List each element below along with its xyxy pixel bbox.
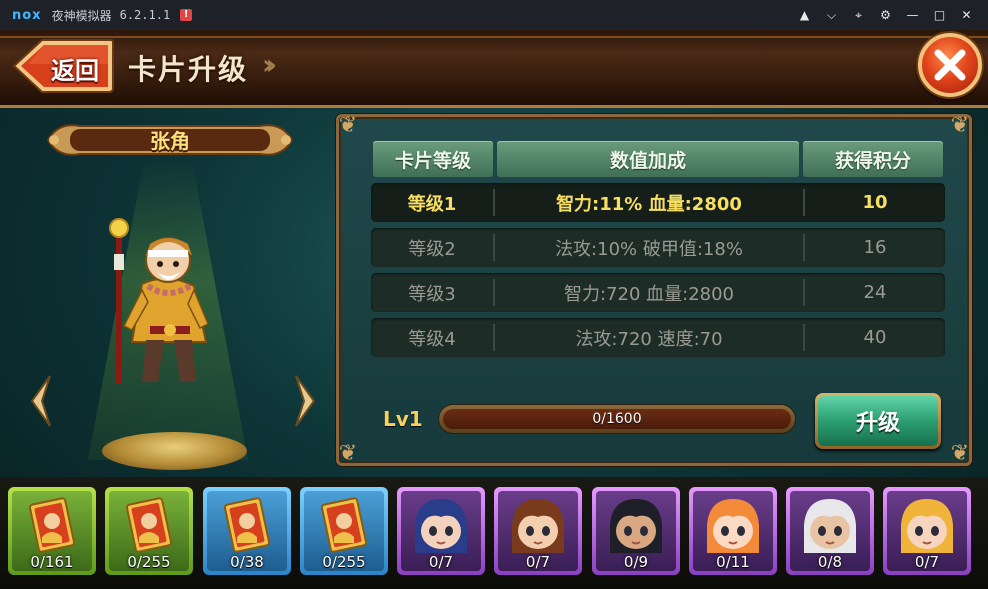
hero-portrait-icon [512, 499, 564, 553]
upgrade-card-slot[interactable]: 0/161 [8, 487, 96, 575]
character-nameplate: 张角 [40, 116, 300, 164]
gear-icon[interactable]: ⚙ [872, 8, 899, 22]
card-slot-inner: 0/255 [304, 491, 384, 571]
header-card-level: 卡片等级 [373, 141, 493, 177]
card-count: 0/9 [623, 553, 649, 571]
row-level: 等级4 [408, 328, 456, 350]
card-level-label: Lv1 [383, 407, 423, 431]
game-screen: 返回 卡片升级 ›› 张角 ❦ ❦ ❦ ❦ 卡片等级 数值加成 获得积分 等级1… [0, 30, 988, 589]
table-row: 等级2 法攻:10% 破甲值:18% 16 [371, 228, 945, 267]
emulator-title: 夜神模拟器 [51, 8, 112, 23]
upgrade-card-slot[interactable]: 0/255 [300, 487, 388, 575]
shirt-icon[interactable]: ▲ [791, 8, 818, 22]
upgrade-card-icon [125, 497, 173, 553]
hero-portrait-icon [610, 499, 662, 553]
character-name: 张角 [150, 129, 190, 153]
points-progress-bar: 0/1600 [439, 405, 795, 433]
hero-card-slot[interactable]: 0/8 [786, 487, 874, 575]
hero-portrait-icon [901, 499, 953, 553]
corner-ornament-icon: ❦ [338, 113, 358, 138]
prev-character-arrow-icon[interactable] [28, 374, 54, 428]
hero-portrait-icon [415, 499, 467, 553]
row-bonus: 智力:11% 血量:2800 [556, 193, 742, 215]
row-level: 等级1 [407, 193, 457, 215]
card-slot-inner: 0/9 [596, 491, 676, 571]
row-points: 24 [863, 282, 887, 303]
minimize-icon[interactable]: — [899, 8, 926, 22]
upgrade-card-slot[interactable]: 0/255 [105, 487, 193, 575]
emulator-titlebar: nox 夜神模拟器 6.2.1.1 ! ▲ ⌵ ⌖ ⚙ — □ ✕ [0, 0, 988, 30]
hero-card-slot[interactable]: 0/11 [689, 487, 777, 575]
card-count: 0/7 [914, 553, 940, 571]
row-points: 16 [863, 237, 887, 258]
row-bonus: 法攻:720 速度:70 [575, 328, 723, 350]
upgrade-button[interactable]: 升级 [815, 393, 941, 449]
back-button[interactable]: 返回 [12, 38, 114, 94]
table-row: 等级1 智力:11% 血量:2800 10 [371, 183, 945, 222]
header-points: 获得积分 [803, 141, 943, 177]
card-slot-inner: 0/7 [401, 491, 481, 571]
hero-card-slot[interactable]: 0/7 [494, 487, 582, 575]
page-title: 卡片升级 [128, 53, 249, 86]
card-count: 0/161 [30, 553, 74, 571]
card-count: 0/7 [525, 553, 551, 571]
upgrade-panel: ❦ ❦ ❦ ❦ 卡片等级 数值加成 获得积分 等级1 智力:11% 血量:280… [336, 113, 972, 466]
close-icon[interactable]: ✕ [953, 8, 980, 22]
card-slot-inner: 0/255 [109, 491, 189, 571]
next-character-arrow-icon[interactable] [292, 374, 318, 428]
card-slot-inner: 0/7 [887, 491, 967, 571]
card-count: 0/255 [127, 553, 171, 571]
character-panel: 张角 [0, 110, 330, 485]
table-row: 等级3 智力:720 血量:2800 24 [371, 273, 945, 312]
emulator-version: 6.2.1.1 [119, 8, 171, 22]
hero-portrait-icon [804, 499, 856, 553]
card-slot-inner: 0/38 [207, 491, 287, 571]
hero-card-slot[interactable]: 0/9 [592, 487, 680, 575]
row-level: 等级2 [408, 238, 456, 260]
upgrade-card-icon [28, 497, 76, 553]
upgrade-label: 升级 [818, 396, 938, 446]
close-button[interactable] [918, 33, 982, 97]
maximize-icon[interactable]: □ [926, 8, 953, 22]
progress-track: 0/1600 [443, 409, 791, 429]
corner-ornament-icon: ❦ [950, 113, 970, 138]
upgrade-card-icon [320, 497, 368, 553]
row-bonus: 智力:720 血量:2800 [563, 283, 734, 305]
card-count: 0/255 [322, 553, 366, 571]
card-count: 0/8 [817, 553, 843, 571]
corner-ornament-icon: ❦ [950, 441, 970, 466]
card-count: 0/7 [428, 553, 454, 571]
table-row: 等级4 法攻:720 速度:70 40 [371, 318, 945, 357]
row-level: 等级3 [408, 283, 456, 305]
card-count: 0/38 [230, 553, 264, 571]
card-slot-inner: 0/8 [790, 491, 870, 571]
row-bonus: 法攻:10% 破甲值:18% [555, 238, 743, 260]
hero-portrait-icon [707, 499, 759, 553]
card-inventory-strip: 0/161 0/255 0/38 0/255 0/7 0/7 0/9 0/11 0/8 0/7 [0, 477, 988, 589]
progress-text: 0/1600 [592, 411, 642, 427]
card-slot-inner: 0/161 [12, 491, 92, 571]
card-slot-inner: 0/7 [498, 491, 578, 571]
back-label: 返回 [51, 57, 99, 85]
character-pedestal [102, 432, 247, 470]
chevron-down-icon[interactable]: ⌵ [818, 8, 845, 23]
upgrade-card-icon [223, 497, 271, 553]
card-slot-inner: 0/11 [693, 491, 773, 571]
corner-ornament-icon: ❦ [338, 441, 358, 466]
window-controls: ▲ ⌵ ⌖ ⚙ — □ ✕ [791, 0, 980, 30]
pin-icon[interactable]: ⌖ [845, 8, 872, 23]
upgrade-card-slot[interactable]: 0/38 [203, 487, 291, 575]
character-sprite [109, 218, 209, 384]
header-stat-bonus: 数值加成 [497, 141, 799, 177]
close-x-icon [934, 49, 966, 81]
row-points: 10 [862, 192, 888, 213]
alert-badge[interactable]: ! [180, 9, 193, 21]
title-chevron-icon: ›› [262, 48, 277, 81]
header-bar: 返回 卡片升级 ›› [0, 30, 988, 108]
card-count: 0/11 [716, 553, 750, 571]
hero-card-slot[interactable]: 0/7 [883, 487, 971, 575]
row-points: 40 [863, 327, 887, 348]
hero-card-slot[interactable]: 0/7 [397, 487, 485, 575]
nox-logo: nox [12, 7, 42, 23]
